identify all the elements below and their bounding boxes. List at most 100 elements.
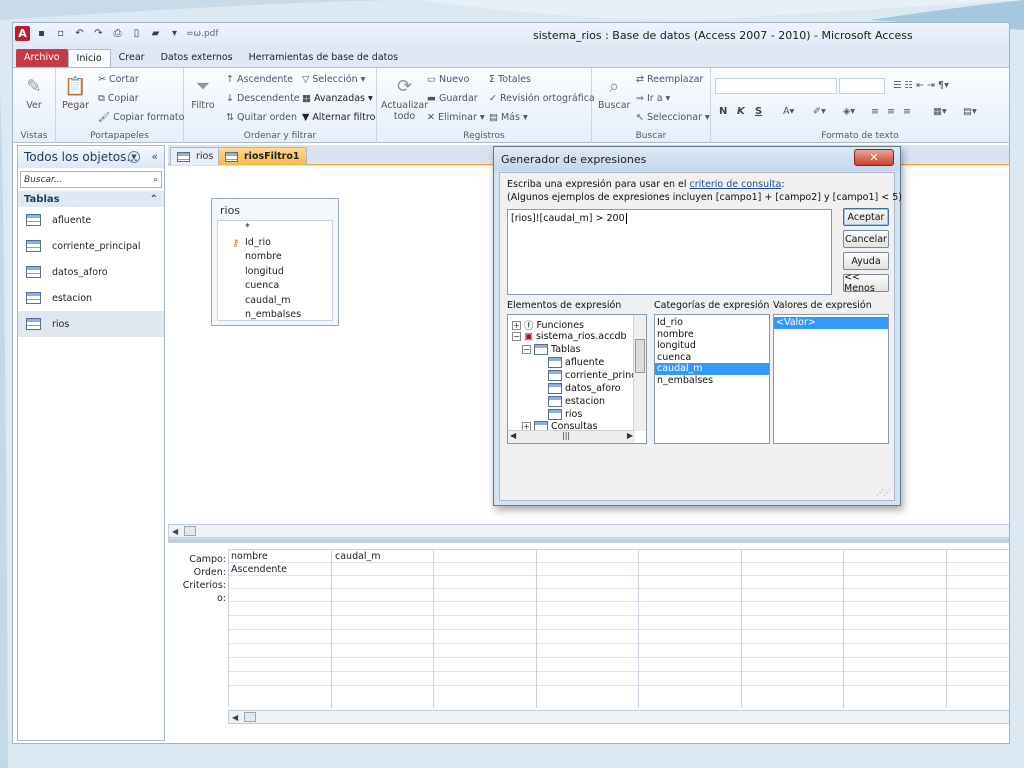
resize-grip-icon[interactable]: ⋰⋰ <box>876 488 891 497</box>
field-item[interactable]: * <box>245 222 332 237</box>
scroll-left-icon[interactable]: ◀ <box>172 527 178 536</box>
tree-item-rios[interactable]: rios <box>548 409 582 420</box>
undo-icon[interactable]: ↶ <box>72 26 87 41</box>
copiar-button[interactable]: ⧉ Copiar <box>98 93 139 104</box>
cancelar-button[interactable]: Cancelar <box>843 230 889 248</box>
tree-horizontal-scrollbar[interactable]: ◀ ||| ▶ <box>508 430 635 443</box>
menos-button[interactable]: << Menos <box>843 272 889 294</box>
tree-item-funciones[interactable]: + ⓕ Funciones <box>512 318 584 332</box>
field-item[interactable]: nombre <box>245 251 332 266</box>
chevron-down-icon[interactable]: ▼ <box>128 151 140 163</box>
tree-item-database[interactable]: − ▣ sistema_rios.accdb <box>512 331 627 342</box>
category-item-selected[interactable]: caudal_m <box>655 363 769 375</box>
cortar-button[interactable]: ✂ Cortar <box>98 74 139 85</box>
chevron-up-icon[interactable]: ⌃ <box>150 194 158 205</box>
nav-item-corriente-principal[interactable]: corriente_principal <box>18 233 164 259</box>
tree-item-corriente-principal[interactable]: corriente_princip <box>548 370 645 381</box>
grid-column-8[interactable] <box>947 550 1009 708</box>
scroll-thumb[interactable] <box>635 339 645 373</box>
category-item[interactable]: nombre <box>655 329 769 341</box>
mas-button[interactable]: ▤ Más ▾ <box>489 112 528 123</box>
redo-icon[interactable]: ↷ <box>91 26 106 41</box>
align-center-button[interactable]: ≡ <box>887 106 895 117</box>
gridlines-button[interactable]: ▦▾ <box>933 106 947 117</box>
search-icon[interactable]: ⌕ <box>153 175 158 185</box>
category-item[interactable]: cuenca <box>655 352 769 364</box>
expression-values-list[interactable]: <Valor> <box>773 314 889 444</box>
ir-a-button[interactable]: ⇒ Ir a ▾ <box>636 93 670 104</box>
font-size-select[interactable] <box>839 78 885 94</box>
tree-item-tablas[interactable]: − Tablas <box>522 344 581 355</box>
scroll-thumb[interactable] <box>184 526 197 536</box>
seleccionar-button[interactable]: ↖ Seleccionar ▾ <box>636 112 710 123</box>
pegar-button[interactable]: 📋 Pegar <box>62 74 89 111</box>
scroll-left-icon[interactable]: ◀ <box>510 431 516 440</box>
customize-icon[interactable]: ▾ <box>167 26 182 41</box>
scroll-thumb[interactable]: ||| <box>562 431 570 440</box>
nav-item-rios[interactable]: rios <box>18 311 164 337</box>
close-icon[interactable]: ✕ <box>854 149 894 166</box>
underline-button[interactable]: S <box>755 106 762 117</box>
criteria-link[interactable]: criterio de consulta <box>690 179 782 190</box>
grid-column-5[interactable] <box>639 550 742 708</box>
grid-cell-campo-2[interactable]: caudal_m <box>335 551 381 562</box>
expression-categories-list[interactable]: Id_rio nombre longitud cuenca caudal_m n… <box>654 314 770 444</box>
tree-item-datos-aforo[interactable]: datos_aforo <box>548 383 621 394</box>
collapse-icon[interactable]: « <box>151 150 158 163</box>
eliminar-button[interactable]: ✕ Eliminar ▾ <box>427 112 485 123</box>
reemplazar-button[interactable]: ⇄ Reemplazar <box>636 74 703 85</box>
aceptar-button[interactable]: Aceptar <box>843 208 889 226</box>
collapse-icon[interactable]: − <box>512 332 521 341</box>
actualizar-todo-button[interactable]: ⟳ Actualizar todo <box>381 74 428 122</box>
seleccion-button[interactable]: ▽ Selección ▾ <box>302 74 365 85</box>
category-item[interactable]: Id_rio <box>655 317 769 329</box>
table-field-list-rios[interactable]: rios * ⚷ Id_rio nombre longitud cuenca ca… <box>211 198 339 326</box>
tab-inicio[interactable]: Inicio <box>67 49 111 67</box>
nav-item-datos-aforo[interactable]: datos_aforo <box>18 259 164 285</box>
bold-button[interactable]: N <box>719 106 727 117</box>
grid-column-3[interactable] <box>434 550 537 708</box>
field-item[interactable]: caudal_m <box>245 295 332 310</box>
alternate-row-button[interactable]: ▤▾ <box>963 106 977 117</box>
guardar-button[interactable]: ▬ Guardar <box>427 93 478 104</box>
nav-item-afluente[interactable]: afluente <box>18 207 164 233</box>
upper-horizontal-scrollbar[interactable]: ◀ <box>168 524 1009 538</box>
dialog-title-bar[interactable]: Generador de expresiones ✕ <box>494 147 900 171</box>
new-icon[interactable]: ▯ <box>129 26 144 41</box>
ascendente-button[interactable]: ↑ Ascendente <box>226 74 293 85</box>
totales-button[interactable]: Σ Totales <box>489 74 531 85</box>
tab-archivo[interactable]: Archivo <box>16 49 68 67</box>
scroll-left-icon[interactable]: ◀ <box>232 713 238 722</box>
value-item-selected[interactable]: <Valor> <box>774 317 888 329</box>
descendente-button[interactable]: ↓ Descendente <box>226 93 300 104</box>
expression-input[interactable]: [rios]![caudal_m] > 200 <box>507 209 832 295</box>
save-icon[interactable]: ▪ <box>34 26 49 41</box>
field-item[interactable]: longitud <box>245 266 332 281</box>
highlight-button[interactable]: ✐▾ <box>813 106 826 117</box>
print-icon[interactable]: ⎙ <box>110 26 125 41</box>
grid-column-2[interactable] <box>332 550 434 708</box>
grid-cell-orden-1[interactable]: Ascendente <box>231 564 287 575</box>
grid-column-6[interactable] <box>742 550 844 708</box>
tab-datos-externos[interactable]: Datos externos <box>153 49 241 67</box>
avanzadas-button[interactable]: ▦ Avanzadas ▾ <box>302 93 373 104</box>
buscar-button[interactable]: ⌕ Buscar <box>598 74 630 111</box>
category-item[interactable]: longitud <box>655 340 769 352</box>
tree-item-afluente[interactable]: afluente <box>548 357 604 368</box>
category-item[interactable]: n_embalses <box>655 375 769 387</box>
alternar-filtro-button[interactable]: ▼ Alternar filtro <box>302 112 375 123</box>
open-folder-icon[interactable]: ▰ <box>148 26 163 41</box>
expression-elements-tree[interactable]: + ⓕ Funciones − ▣ sistema_rios.accdb − Tablas… <box>507 314 647 444</box>
italic-button[interactable]: K <box>737 106 745 117</box>
ver-button[interactable]: ✎ Ver <box>21 74 47 111</box>
bullets-button[interactable]: ☰ ☷ ⇤ ⇥ ¶▾ <box>893 80 949 91</box>
doc-tab-riosfiltro1[interactable]: riosFiltro1 <box>218 147 307 165</box>
tab-herramientas[interactable]: Herramientas de base de datos <box>241 49 407 67</box>
font-color-button[interactable]: A▾ <box>783 106 794 117</box>
field-item[interactable]: n_embalses <box>245 309 332 324</box>
doc-tab-rios[interactable]: rios <box>170 147 221 165</box>
grid-horizontal-scrollbar[interactable]: ◀ <box>228 710 1009 724</box>
grid-cell-campo-1[interactable]: nombre <box>231 551 268 562</box>
field-item[interactable]: cuenca <box>245 280 332 295</box>
grid-column-4[interactable] <box>537 550 639 708</box>
